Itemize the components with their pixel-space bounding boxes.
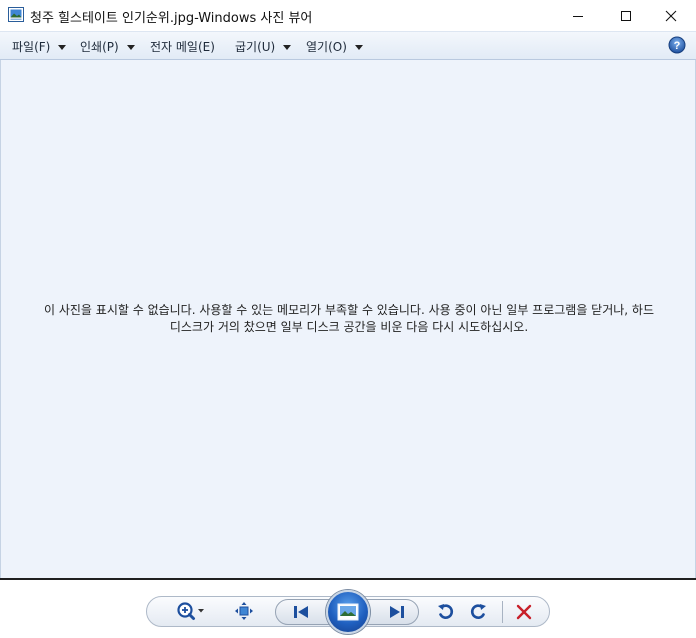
next-button[interactable] xyxy=(380,600,414,624)
chevron-down-icon xyxy=(354,44,363,50)
next-icon xyxy=(390,606,404,618)
slideshow-icon xyxy=(337,603,359,621)
menu-bar: 파일(F) 인쇄(P) 전자 메일(E) 굽기(U) 열기(O) xyxy=(0,31,696,60)
delete-icon xyxy=(516,604,532,620)
maximize-icon xyxy=(621,10,631,21)
help-icon[interactable]: ? xyxy=(668,36,686,54)
menu-open[interactable]: 열기(O) xyxy=(306,38,363,55)
rotate-clockwise-button[interactable] xyxy=(467,599,491,623)
chevron-down-icon xyxy=(283,44,292,50)
rotate-counterclockwise-icon xyxy=(438,604,454,619)
menu-burn-label: 굽기(U) xyxy=(235,40,276,54)
minimize-button[interactable] xyxy=(555,0,601,31)
title-bar: 청주 힐스테이트 인기순위.jpg-Windows 사진 뷰어 xyxy=(0,0,696,31)
chevron-down-icon xyxy=(126,44,135,50)
close-icon xyxy=(665,10,677,21)
window-title: 청주 힐스테이트 인기순위.jpg-Windows 사진 뷰어 xyxy=(30,11,313,26)
rotate-clockwise-icon xyxy=(470,604,486,619)
maximize-button[interactable] xyxy=(603,0,649,31)
slideshow-button[interactable] xyxy=(326,590,370,634)
previous-button[interactable] xyxy=(284,600,318,624)
rotate-counterclockwise-button[interactable] xyxy=(433,599,457,623)
menu-email-label: 전자 메일(E) xyxy=(150,40,215,54)
bottom-toolbar xyxy=(0,580,696,638)
toolbar-divider xyxy=(502,601,503,623)
menu-print-label: 인쇄(P) xyxy=(80,40,119,54)
actual-size-icon xyxy=(235,602,253,620)
menu-print[interactable]: 인쇄(P) xyxy=(80,38,135,55)
delete-button[interactable] xyxy=(512,600,536,624)
svg-text:?: ? xyxy=(674,40,681,52)
menu-file-label: 파일(F) xyxy=(12,40,51,54)
error-message: 이 사진을 표시할 수 없습니다. 사용할 수 있는 메모리가 부족할 수 있습… xyxy=(13,302,685,336)
menu-email[interactable]: 전자 메일(E) xyxy=(150,38,215,55)
error-message-line-2: 디스크가 거의 찼으면 일부 디스크 공간을 비운 다음 다시 시도하십시오. xyxy=(169,320,529,334)
error-message-line-1: 이 사진을 표시할 수 없습니다. 사용할 수 있는 메모리가 부족할 수 있습… xyxy=(43,303,655,317)
zoom-button[interactable] xyxy=(172,598,208,624)
menu-file[interactable]: 파일(F) xyxy=(12,38,67,55)
close-button[interactable] xyxy=(648,0,694,31)
image-viewer-area: 이 사진을 표시할 수 없습니다. 사용할 수 있는 메모리가 부족할 수 있습… xyxy=(0,60,696,578)
previous-icon xyxy=(294,606,308,618)
menu-open-label: 열기(O) xyxy=(306,40,347,54)
actual-size-button[interactable] xyxy=(231,598,257,624)
chevron-down-icon xyxy=(58,44,67,50)
zoom-icon xyxy=(177,602,204,620)
minimize-icon xyxy=(573,15,583,17)
photo-viewer-icon xyxy=(8,7,24,22)
menu-burn[interactable]: 굽기(U) xyxy=(235,38,292,55)
